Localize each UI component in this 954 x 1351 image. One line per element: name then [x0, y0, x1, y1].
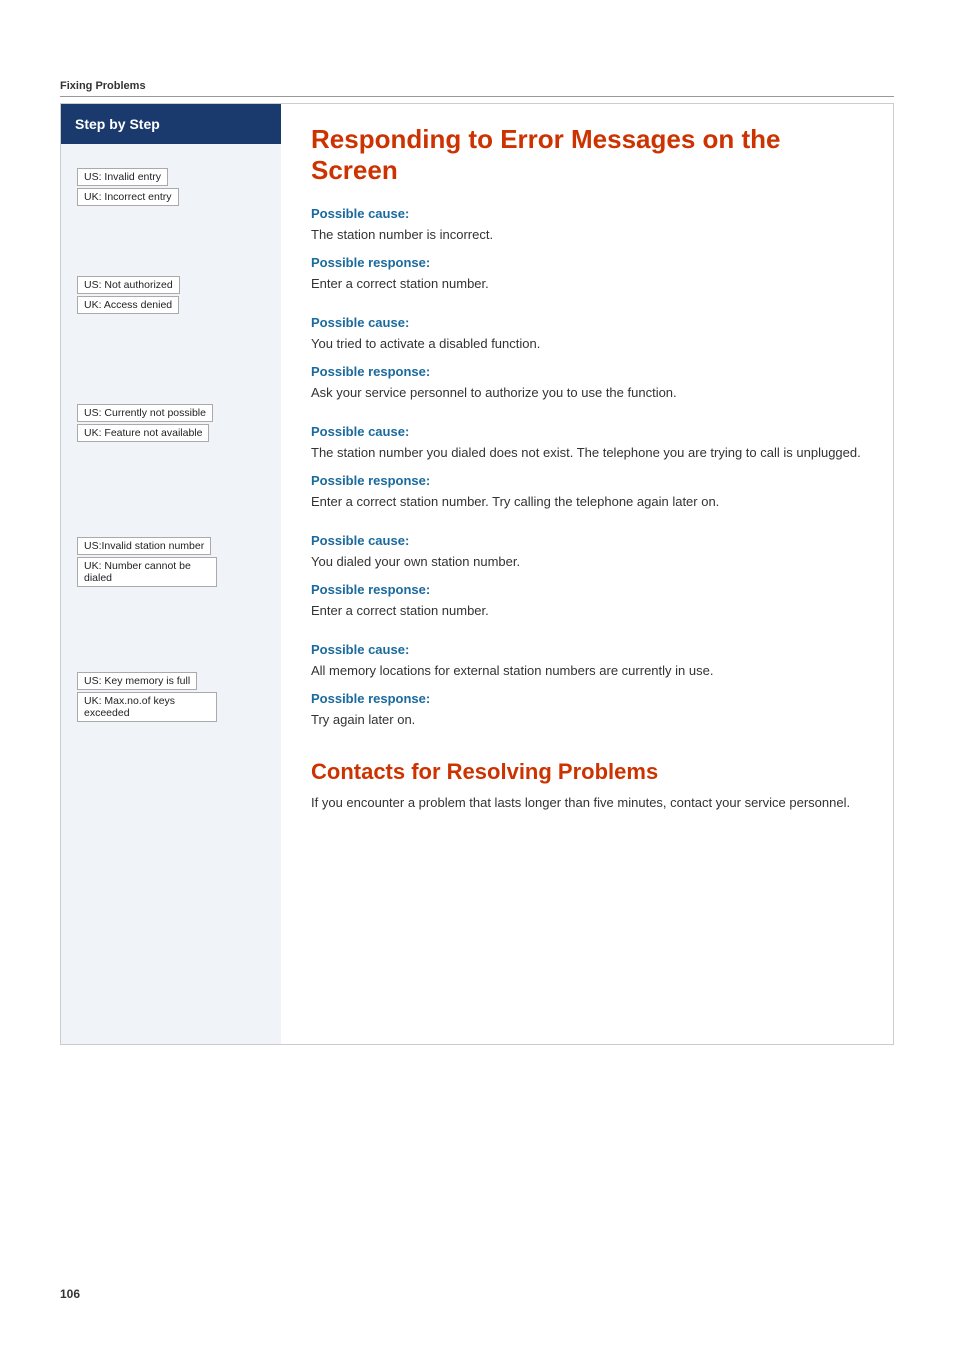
cause-label-4: Possible cause: — [311, 533, 863, 548]
cause-text-4: You dialed your own station number. — [311, 552, 863, 572]
main-layout: Step by Step US: Invalid entry UK: Incor… — [60, 103, 894, 1045]
error-group-5: US: Key memory is full UK: Max.no.of key… — [61, 658, 281, 738]
content-section-1: Possible cause: The station number is in… — [311, 206, 863, 293]
error-tag-uk-4: UK: Number cannot be dialed — [77, 557, 217, 587]
cause-label-2: Possible cause: — [311, 315, 863, 330]
response-label-1: Possible response: — [311, 255, 863, 270]
error-tag-us-5: US: Key memory is full — [77, 672, 197, 690]
section-label: Fixing Problems — [60, 80, 894, 97]
content-section-3: Possible cause: The station number you d… — [311, 424, 863, 511]
cause-text-1: The station number is incorrect. — [311, 225, 863, 245]
error-tag-uk-1: UK: Incorrect entry — [77, 188, 179, 206]
error-group-4: US:Invalid station number UK: Number can… — [61, 523, 281, 603]
response-label-3: Possible response: — [311, 473, 863, 488]
response-text-3: Enter a correct station number. Try call… — [311, 492, 863, 512]
content-area: Responding to Error Messages on the Scre… — [281, 104, 893, 1044]
error-group-3: US: Currently not possible UK: Feature n… — [61, 390, 281, 458]
cause-label-1: Possible cause: — [311, 206, 863, 221]
error-tag-us-3: US: Currently not possible — [77, 404, 213, 422]
content-section-2: Possible cause: You tried to activate a … — [311, 315, 863, 402]
content-section-5: Possible cause: All memory locations for… — [311, 642, 863, 729]
response-label-5: Possible response: — [311, 691, 863, 706]
content-section-4: Possible cause: You dialed your own stat… — [311, 533, 863, 620]
response-label-4: Possible response: — [311, 582, 863, 597]
error-tag-us-2: US: Not authorized — [77, 276, 180, 294]
sidebar: Step by Step US: Invalid entry UK: Incor… — [61, 104, 281, 1044]
cause-label-5: Possible cause: — [311, 642, 863, 657]
error-tag-uk-5: UK: Max.no.of keys exceeded — [77, 692, 217, 722]
main-title: Responding to Error Messages on the Scre… — [311, 124, 863, 186]
response-label-2: Possible response: — [311, 364, 863, 379]
contacts-title: Contacts for Resolving Problems — [311, 759, 863, 785]
sidebar-content: US: Invalid entry UK: Incorrect entry US… — [61, 144, 281, 1044]
response-text-5: Try again later on. — [311, 710, 863, 730]
contacts-text: If you encounter a problem that lasts lo… — [311, 793, 863, 813]
response-text-4: Enter a correct station number. — [311, 601, 863, 621]
page: Fixing Problems Step by Step US: Invalid… — [0, 0, 954, 1351]
error-tag-us-1: US: Invalid entry — [77, 168, 168, 186]
error-group-2: US: Not authorized UK: Access denied — [61, 262, 281, 330]
cause-text-3: The station number you dialed does not e… — [311, 443, 863, 463]
cause-text-2: You tried to activate a disabled functio… — [311, 334, 863, 354]
response-text-1: Enter a correct station number. — [311, 274, 863, 294]
page-number: 106 — [60, 1287, 80, 1301]
cause-text-5: All memory locations for external statio… — [311, 661, 863, 681]
error-tag-uk-3: UK: Feature not available — [77, 424, 209, 442]
response-text-2: Ask your service personnel to authorize … — [311, 383, 863, 403]
error-tag-us-4: US:Invalid station number — [77, 537, 211, 555]
error-group-1: US: Invalid entry UK: Incorrect entry — [61, 154, 281, 222]
contacts-section: Contacts for Resolving Problems If you e… — [311, 759, 863, 813]
error-tag-uk-2: UK: Access denied — [77, 296, 179, 314]
cause-label-3: Possible cause: — [311, 424, 863, 439]
sidebar-title: Step by Step — [61, 104, 281, 144]
